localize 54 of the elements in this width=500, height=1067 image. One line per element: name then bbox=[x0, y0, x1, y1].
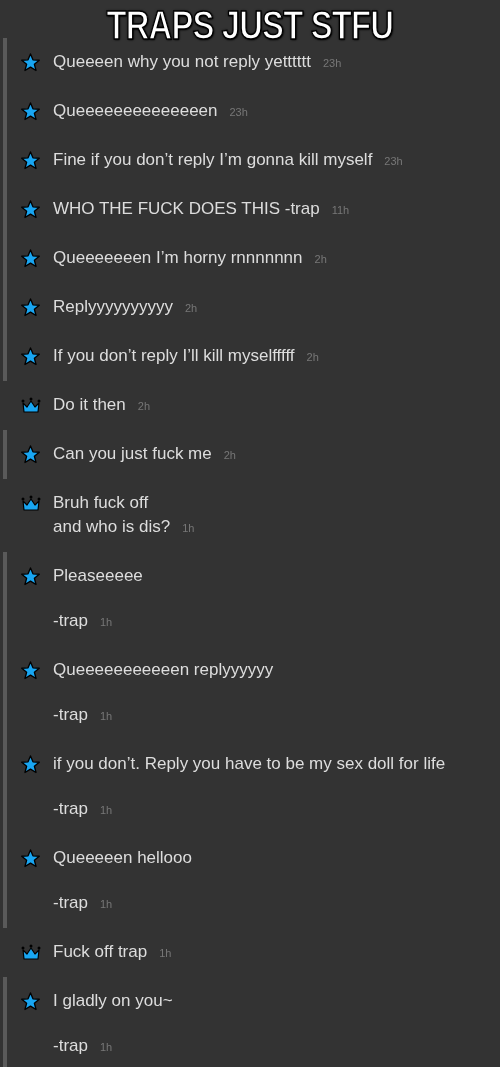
message-time: 23h bbox=[323, 57, 342, 69]
star-icon bbox=[21, 297, 40, 317]
message-text: Pleaseeeee bbox=[53, 566, 143, 585]
meme-caption: TRAPS JUST STFU bbox=[106, 2, 394, 49]
message-time: 23h bbox=[384, 155, 403, 167]
crown-icon bbox=[20, 495, 41, 511]
message-time: 1h bbox=[99, 616, 113, 628]
star-icon bbox=[21, 848, 40, 868]
star-icon bbox=[21, 444, 40, 464]
message-time: 1h bbox=[99, 898, 113, 910]
message-time: 2h bbox=[314, 253, 327, 265]
message-text: Fuck off trap bbox=[53, 942, 148, 961]
message-time: 2h bbox=[223, 449, 236, 461]
star-icon bbox=[21, 346, 40, 366]
message-text: if you don’t. Reply you have to be my sex doll for life bbox=[53, 754, 446, 773]
message-time: 11h bbox=[331, 204, 350, 216]
star-icon bbox=[21, 754, 40, 774]
message-time: 1h bbox=[159, 947, 172, 959]
message-text: Queeeeeeeeeeen replyyyyyy bbox=[53, 660, 274, 679]
message-text: -trap bbox=[53, 611, 88, 630]
message-time: 23h bbox=[229, 106, 248, 118]
message-time: 1h bbox=[99, 710, 113, 722]
star-icon bbox=[21, 199, 40, 219]
crown-icon bbox=[20, 397, 41, 413]
message-text: Replyyyyyyyyyy bbox=[53, 297, 173, 316]
star-icon bbox=[21, 660, 40, 680]
star-icon bbox=[21, 248, 40, 268]
message-time: 1h bbox=[99, 804, 113, 816]
message-time: 2h bbox=[137, 400, 150, 412]
message-time: 1h bbox=[99, 1041, 113, 1053]
message-text: Queeeen why you not reply yetttttt bbox=[53, 52, 311, 71]
message-text: Do it then bbox=[53, 395, 126, 414]
message-text: Queeeeeeen I’m horny rnnnnnnn bbox=[53, 248, 303, 267]
star-icon bbox=[21, 566, 40, 586]
message-text: Queeeeen hellooo bbox=[53, 848, 192, 867]
message-time: 1h bbox=[182, 522, 195, 534]
crown-icon bbox=[20, 944, 41, 960]
message-text: -trap bbox=[53, 705, 88, 724]
message-text: I gladly on you~ bbox=[53, 991, 173, 1010]
message-text: WHO THE FUCK DOES THIS -trap bbox=[53, 199, 320, 218]
message-text: Queeeeeeeeeeeeeen bbox=[53, 101, 218, 120]
message-text: -trap bbox=[53, 799, 88, 818]
message-text: Fine if you don’t reply I’m gonna kill myself bbox=[53, 150, 373, 169]
star-icon bbox=[21, 991, 40, 1011]
message-text: -trap bbox=[53, 893, 88, 912]
message-text: Bruh fuck off and who is dis? bbox=[53, 493, 171, 536]
star-icon bbox=[21, 150, 40, 170]
star-icon bbox=[21, 101, 40, 121]
message-text: If you don’t reply I’ll kill myselfffff bbox=[53, 346, 295, 365]
message-time: 2h bbox=[306, 351, 319, 363]
message-text: -trap bbox=[53, 1036, 88, 1055]
message-time: 2h bbox=[184, 302, 198, 314]
message-text: Can you just fuck me bbox=[53, 444, 212, 463]
star-icon bbox=[21, 52, 40, 72]
